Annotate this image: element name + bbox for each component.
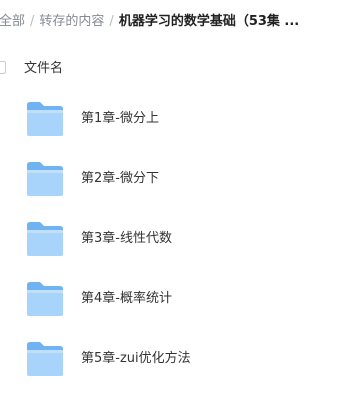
file-name[interactable]: 第1章-微分上 xyxy=(81,97,159,141)
file-list-header: 文件名 xyxy=(0,58,340,80)
breadcrumb-current-folder: 机器学习的数学基础（53集 ... xyxy=(118,14,300,29)
breadcrumb-item-all[interactable]: 全部 xyxy=(0,14,25,29)
folder-icon xyxy=(27,162,63,196)
breadcrumb: 全部 / 转存的内容 / 机器学习的数学基础（53集 ... xyxy=(0,12,339,32)
breadcrumb-separator: / xyxy=(109,14,114,29)
file-row-chapter-3[interactable]: 第3章-线性代数 xyxy=(0,217,340,261)
folder-icon xyxy=(27,222,63,256)
file-name[interactable]: 第5章-zui优化方法 xyxy=(81,337,191,381)
folder-icon xyxy=(27,342,63,376)
file-row-chapter-5[interactable]: 第5章-zui优化方法 xyxy=(0,337,340,381)
file-row-chapter-4[interactable]: 第4章-概率统计 xyxy=(0,277,340,321)
breadcrumb-item-saved[interactable]: 转存的内容 xyxy=(39,14,104,29)
folder-icon xyxy=(27,102,63,136)
file-name[interactable]: 第2章-微分下 xyxy=(81,157,159,201)
folder-icon xyxy=(27,282,63,316)
file-name[interactable]: 第4章-概率统计 xyxy=(81,277,172,321)
breadcrumb-separator: / xyxy=(30,14,35,29)
select-all-checkbox[interactable] xyxy=(0,61,6,74)
file-name[interactable]: 第3章-线性代数 xyxy=(81,217,172,261)
file-row-chapter-1[interactable]: 第1章-微分上 xyxy=(0,97,340,141)
column-header-filename[interactable]: 文件名 xyxy=(24,58,63,80)
file-row-chapter-2[interactable]: 第2章-微分下 xyxy=(0,157,340,201)
